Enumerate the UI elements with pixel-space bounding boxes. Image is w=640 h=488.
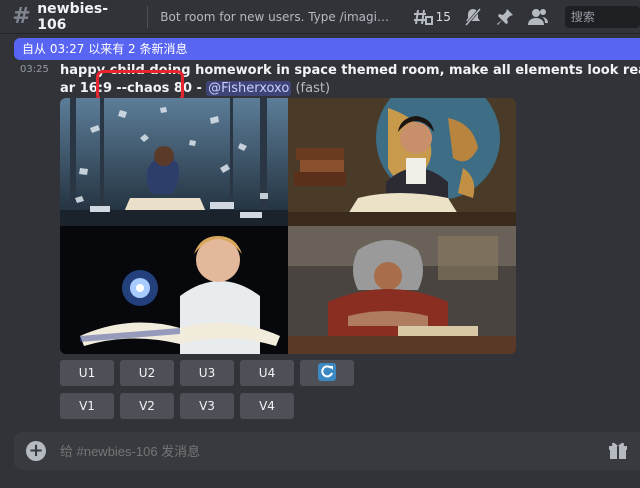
channel-name[interactable]: newbies-106 (37, 1, 133, 33)
header-icons: 15 (407, 6, 555, 28)
channel-header: # newbies-106 Bot room for new users. Ty… (0, 0, 640, 34)
new-messages-text: 自从 03:27 以来有 2 条新消息 (22, 42, 188, 56)
channel-topic[interactable]: Bot room for new users. Type /imagine th… (160, 10, 396, 24)
upscale-button-1[interactable]: U1 (60, 360, 114, 386)
upscale-button-row: U1 U2 U3 U4 (60, 360, 360, 386)
variation-button-1[interactable]: V1 (60, 393, 114, 419)
hash-icon: # (12, 4, 31, 29)
image-tile-2[interactable] (288, 98, 516, 226)
reroll-button[interactable] (300, 360, 354, 386)
message-timestamp: 03:25 (20, 64, 49, 75)
new-messages-bar[interactable]: 自从 03:27 以来有 2 条新消息 (14, 38, 640, 60)
mute-icon[interactable] (463, 6, 483, 28)
gift-icon[interactable] (608, 441, 628, 465)
image-tile-1[interactable] (60, 98, 288, 226)
members-icon[interactable] (527, 6, 549, 28)
image-tile-3[interactable] (60, 226, 288, 354)
upscale-button-4[interactable]: U4 (240, 360, 294, 386)
refresh-icon (318, 362, 336, 384)
variation-button-3[interactable]: V3 (180, 393, 234, 419)
variation-button-2[interactable]: V2 (120, 393, 174, 419)
add-attachment-icon[interactable]: + (26, 441, 46, 461)
new-messages-fade (580, 38, 640, 60)
variation-button-row: V1 V2 V3 V4 (60, 393, 300, 419)
upscale-button-2[interactable]: U2 (120, 360, 174, 386)
header-divider (147, 5, 149, 28)
user-mention[interactable]: @Fisherxoxo (206, 81, 292, 96)
pin-icon[interactable] (495, 6, 515, 28)
threads-icon[interactable]: 15 (413, 6, 451, 28)
upscale-button-3[interactable]: U3 (180, 360, 234, 386)
search-input[interactable]: 搜索 (564, 5, 640, 28)
variation-button-4[interactable]: V4 (240, 393, 294, 419)
image-grid[interactable] (60, 98, 516, 354)
message-composer: + (14, 432, 640, 470)
message-input[interactable] (60, 443, 560, 459)
speed-label: (fast) (295, 81, 331, 96)
image-tile-4[interactable] (288, 226, 516, 354)
thread-count: 15 (435, 9, 451, 24)
